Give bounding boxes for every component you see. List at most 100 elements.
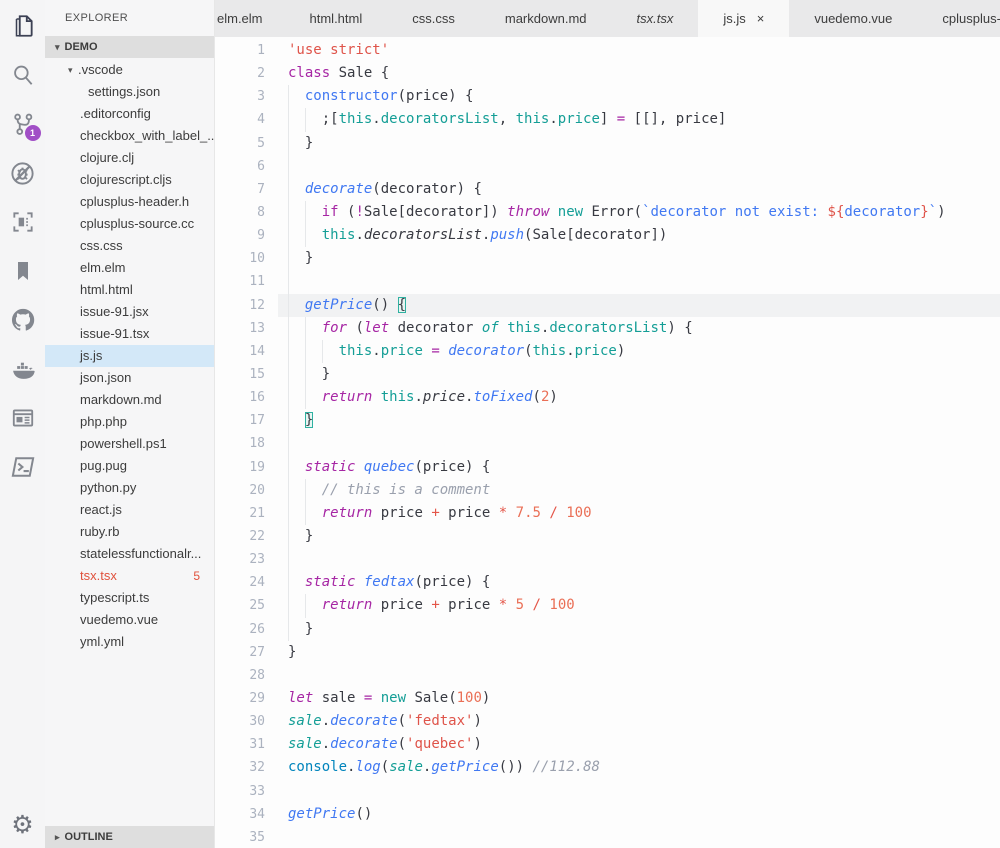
file-item-elm.elm[interactable]: elm.elm <box>45 257 214 279</box>
code-line-33[interactable]: 33 <box>215 780 1000 803</box>
code-line-10[interactable]: 10 } <box>215 247 1000 270</box>
code-line-14[interactable]: 14 this.price = decorator(this.price) <box>215 340 1000 363</box>
tab-tsx.tsx[interactable]: tsx.tsx <box>612 0 699 37</box>
file-item-issue-91.tsx[interactable]: issue-91.tsx <box>45 323 214 345</box>
code-line-7[interactable]: 7 decorate(decorator) { <box>215 178 1000 201</box>
code-text <box>265 780 288 803</box>
code-line-3[interactable]: 3 constructor(price) { <box>215 85 1000 108</box>
code-line-34[interactable]: 34getPrice() <box>215 803 1000 826</box>
file-item-yml.yml[interactable]: yml.yml <box>45 631 214 653</box>
tab-css.css[interactable]: css.css <box>387 0 480 37</box>
code-line-29[interactable]: 29let sale = new Sale(100) <box>215 687 1000 710</box>
bookmark-icon[interactable] <box>9 257 37 285</box>
file-item-clojure.clj[interactable]: clojure.clj <box>45 147 214 169</box>
source-control-icon[interactable]: 1 <box>9 110 37 138</box>
settings-gear-icon[interactable]: ⚙ <box>0 813 45 838</box>
file-item-css.css[interactable]: css.css <box>45 235 214 257</box>
browser-preview-icon[interactable] <box>9 404 37 432</box>
code-line-35[interactable]: 35 <box>215 826 1000 848</box>
folder-root-demo[interactable]: ▾ DEMO <box>45 36 214 58</box>
code-line-8[interactable]: 8 if (!Sale[decorator]) throw new Error(… <box>215 201 1000 224</box>
code-line-26[interactable]: 26 } <box>215 618 1000 641</box>
code-line-32[interactable]: 32console.log(sale.getPrice()) //112.88 <box>215 756 1000 779</box>
file-item-tsx.tsx[interactable]: tsx.tsx5 <box>45 565 214 587</box>
explorer-icon[interactable] <box>9 12 37 40</box>
github-icon[interactable] <box>9 306 37 334</box>
code-line-12[interactable]: 12 getPrice() { <box>215 294 1000 317</box>
file-item-checkbox-with-label-...[interactable]: checkbox_with_label_... <box>45 125 214 147</box>
file-item-pug.pug[interactable]: pug.pug <box>45 455 214 477</box>
code-line-21[interactable]: 21 return price + price * 7.5 / 100 <box>215 502 1000 525</box>
file-item-settings.json[interactable]: settings.json <box>45 81 214 103</box>
file-item-powershell.ps1[interactable]: powershell.ps1 <box>45 433 214 455</box>
code-line-4[interactable]: 4 ;[this.decoratorsList, this.price] = [… <box>215 108 1000 131</box>
file-item-python.py[interactable]: python.py <box>45 477 214 499</box>
tab-markdown.md[interactable]: markdown.md <box>480 0 612 37</box>
powershell-icon[interactable] <box>9 453 37 481</box>
code-line-5[interactable]: 5 } <box>215 132 1000 155</box>
search-icon[interactable] <box>9 61 37 89</box>
file-item-label: clojure.clj <box>80 147 134 169</box>
code-line-31[interactable]: 31sale.decorate('quebec') <box>215 733 1000 756</box>
file-item-.editorconfig[interactable]: .editorconfig <box>45 103 214 125</box>
tab-js.js[interactable]: js.js× <box>698 0 789 37</box>
code-line-9[interactable]: 9 this.decoratorsList.push(Sale[decorato… <box>215 224 1000 247</box>
bug-slash-icon[interactable] <box>9 159 37 187</box>
explorer-title: EXPLORER <box>45 0 214 36</box>
close-icon[interactable]: × <box>757 11 765 26</box>
file-item-clojurescript.cljs[interactable]: clojurescript.cljs <box>45 169 214 191</box>
code-line-18[interactable]: 18 <box>215 432 1000 455</box>
extensions-icon[interactable] <box>9 208 37 236</box>
file-item-json.json[interactable]: json.json <box>45 367 214 389</box>
file-item-cplusplus-header.h[interactable]: cplusplus-header.h <box>45 191 214 213</box>
file-item-label: powershell.ps1 <box>80 433 167 455</box>
tab-label: tsx.tsx <box>637 11 674 26</box>
line-number: 35 <box>215 826 265 848</box>
tab-elm.elm[interactable]: elm.elm <box>215 0 285 37</box>
file-item-statelessfunctionalr...[interactable]: statelessfunctionalr... <box>45 543 214 565</box>
code-line-17[interactable]: 17 } <box>215 409 1000 432</box>
tab-html.html[interactable]: html.html <box>285 0 388 37</box>
file-item-cplusplus-source.cc[interactable]: cplusplus-source.cc <box>45 213 214 235</box>
file-item-markdown.md[interactable]: markdown.md <box>45 389 214 411</box>
file-item-ruby.rb[interactable]: ruby.rb <box>45 521 214 543</box>
code-line-16[interactable]: 16 return this.price.toFixed(2) <box>215 386 1000 409</box>
file-item-js.js[interactable]: js.js <box>45 345 214 367</box>
file-item-.vscode[interactable]: ▾.vscode <box>45 59 214 81</box>
file-item-react.js[interactable]: react.js <box>45 499 214 521</box>
tab-vuedemo.vue[interactable]: vuedemo.vue <box>789 0 917 37</box>
code-line-15[interactable]: 15 } <box>215 363 1000 386</box>
tab-cplusplus-header.h[interactable]: cplusplus-header.h <box>917 0 1000 37</box>
line-number: 9 <box>215 224 265 247</box>
code-line-22[interactable]: 22 } <box>215 525 1000 548</box>
docker-icon[interactable] <box>9 355 37 383</box>
file-item-vuedemo.vue[interactable]: vuedemo.vue <box>45 609 214 631</box>
line-number: 25 <box>215 594 265 617</box>
indent-guide <box>288 525 289 548</box>
line-number: 1 <box>215 39 265 62</box>
file-item-typescript.ts[interactable]: typescript.ts <box>45 587 214 609</box>
code-line-27[interactable]: 27} <box>215 641 1000 664</box>
code-line-11[interactable]: 11 <box>215 270 1000 293</box>
code-line-6[interactable]: 6 <box>215 155 1000 178</box>
code-line-20[interactable]: 20 // this is a comment <box>215 479 1000 502</box>
code-line-19[interactable]: 19 static quebec(price) { <box>215 456 1000 479</box>
code-line-1[interactable]: 1'use strict' <box>215 39 1000 62</box>
code-line-23[interactable]: 23 <box>215 548 1000 571</box>
file-item-php.php[interactable]: php.php <box>45 411 214 433</box>
line-number: 4 <box>215 108 265 131</box>
code-line-24[interactable]: 24 static fedtax(price) { <box>215 571 1000 594</box>
code-line-25[interactable]: 25 return price + price * 5 / 100 <box>215 594 1000 617</box>
code-editor[interactable]: 1'use strict'2class Sale {3 constructor(… <box>215 37 1000 848</box>
code-line-30[interactable]: 30sale.decorate('fedtax') <box>215 710 1000 733</box>
file-item-html.html[interactable]: html.html <box>45 279 214 301</box>
line-number: 15 <box>215 363 265 386</box>
code-line-28[interactable]: 28 <box>215 664 1000 687</box>
indent-guide <box>305 502 306 525</box>
file-item-issue-91.jsx[interactable]: issue-91.jsx <box>45 301 214 323</box>
indent-guide <box>288 456 289 479</box>
outline-section[interactable]: ▸ OUTLINE <box>45 826 214 848</box>
code-line-2[interactable]: 2class Sale { <box>215 62 1000 85</box>
code-line-13[interactable]: 13 for (let decorator of this.decorators… <box>215 317 1000 340</box>
tab-bar: elm.elmhtml.htmlcss.cssmarkdown.md tsx.ts… <box>215 0 1000 37</box>
